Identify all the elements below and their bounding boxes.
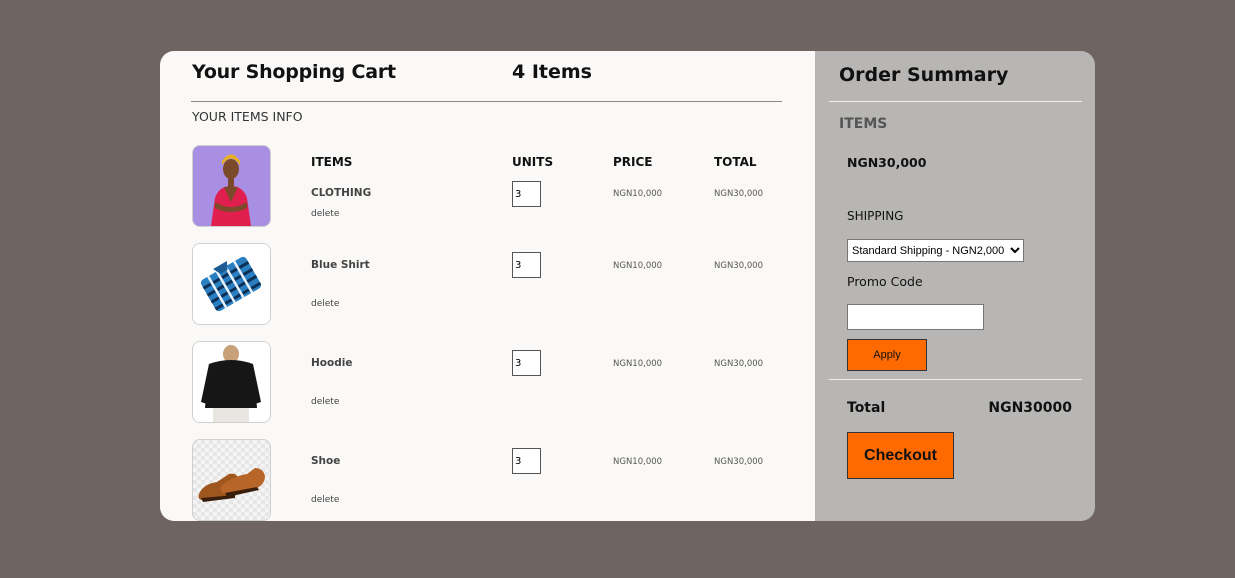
delete-link[interactable]: delete <box>311 209 339 219</box>
summary-items-label: ITEMS <box>839 116 888 132</box>
column-header-price: PRICE <box>613 155 653 169</box>
shipping-label: SHIPPING <box>847 209 904 223</box>
delete-link[interactable]: delete <box>311 299 339 309</box>
summary-divider <box>829 101 1082 102</box>
item-total: NGN30,000 <box>714 359 764 369</box>
product-image-hoodie <box>192 341 271 423</box>
item-price: NGN10,000 <box>613 457 663 467</box>
item-name: CLOTHING <box>311 187 372 199</box>
cart-item-count: 4 Items <box>512 61 592 83</box>
item-name: Blue Shirt <box>311 259 370 271</box>
order-summary-title: Order Summary <box>839 64 1009 86</box>
quantity-input[interactable] <box>512 181 541 207</box>
cart-divider <box>191 101 782 102</box>
shipping-select[interactable]: Standard Shipping - NGN2,000 <box>847 239 1024 262</box>
items-info-label: YOUR ITEMS INFO <box>192 109 303 124</box>
summary-items-value: NGN30,000 <box>847 155 927 170</box>
column-header-units: UNITS <box>512 155 554 169</box>
quantity-input[interactable] <box>512 252 541 278</box>
checkout-button[interactable]: Checkout <box>847 432 954 479</box>
quantity-input[interactable] <box>512 350 541 376</box>
item-name: Shoe <box>311 455 341 467</box>
item-name: Hoodie <box>311 357 353 369</box>
item-total: NGN30,000 <box>714 457 764 467</box>
total-value: NGN30000 <box>988 400 1072 416</box>
order-summary-panel: Order Summary ITEMS NGN30,000 SHIPPING S… <box>815 51 1095 521</box>
promo-code-label: Promo Code <box>847 274 923 289</box>
delete-link[interactable]: delete <box>311 397 339 407</box>
cart-card: Your Shopping Cart 4 Items YOUR ITEMS IN… <box>160 51 1095 521</box>
total-label: Total <box>847 400 886 416</box>
column-header-total: TOTAL <box>714 155 757 169</box>
item-price: NGN10,000 <box>613 261 663 271</box>
product-image-blue-shirt <box>192 243 271 325</box>
delete-link[interactable]: delete <box>311 495 339 505</box>
apply-button[interactable]: Apply <box>847 339 927 371</box>
column-header-items: ITEMS <box>311 155 353 169</box>
promo-code-input[interactable] <box>847 304 984 330</box>
item-total: NGN30,000 <box>714 189 764 199</box>
item-price: NGN10,000 <box>613 359 663 369</box>
item-price: NGN10,000 <box>613 189 663 199</box>
summary-divider <box>829 379 1082 380</box>
item-total: NGN30,000 <box>714 261 764 271</box>
cart-panel: Your Shopping Cart 4 Items YOUR ITEMS IN… <box>160 51 815 521</box>
product-image-shoe <box>192 439 271 521</box>
product-image-clothing <box>192 145 271 227</box>
cart-title: Your Shopping Cart <box>192 61 396 83</box>
quantity-input[interactable] <box>512 448 541 474</box>
